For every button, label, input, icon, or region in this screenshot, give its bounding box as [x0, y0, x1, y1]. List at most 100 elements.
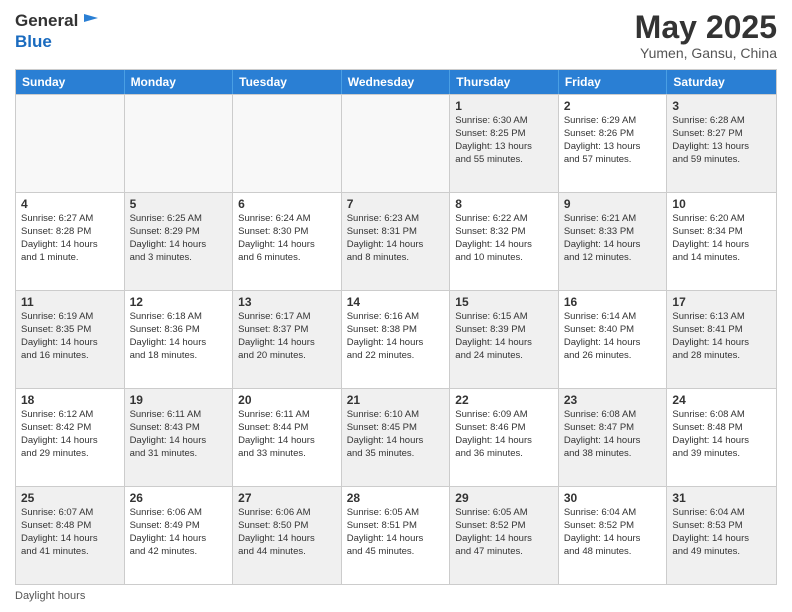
table-row: 12Sunrise: 6:18 AM Sunset: 8:36 PM Dayli… [125, 291, 234, 388]
table-row: 5 Sunrise: 6:25 AM Sunset: 8:29 PM Daylig… [125, 193, 234, 290]
cell-text: Sunrise: 6:15 AM Sunset: 8:39 PM Dayligh… [455, 311, 553, 362]
day-number: 30 [564, 491, 662, 505]
table-row: 21Sunrise: 6:10 AM Sunset: 8:45 PM Dayli… [342, 389, 451, 486]
table-row: 3 Sunrise: 6:28 AM Sunset: 8:27 PM Daylig… [667, 95, 776, 192]
table-row: 23 Sunrise: 6:08 AM Sunset: 8:47 PM Dayli… [559, 389, 668, 486]
day-number: 11 [21, 295, 119, 309]
calendar-header-cell: Monday [125, 70, 234, 94]
table-row: 29Sunrise: 6:05 AM Sunset: 8:52 PM Dayli… [450, 487, 559, 584]
table-row: 7 Sunrise: 6:23 AM Sunset: 8:31 PM Daylig… [342, 193, 451, 290]
cell-text: Sunrise: 6:27 AM Sunset: 8:28 PM Dayligh… [21, 213, 119, 264]
cell-text: Sunrise: 6:30 AM Sunset: 8:25 PM Dayligh… [455, 115, 553, 166]
cell-text: Sunrise: 6:21 AM Sunset: 8:33 PM Dayligh… [564, 213, 662, 264]
table-row: 13 Sunrise: 6:17 AM Sunset: 8:37 PM Dayli… [233, 291, 342, 388]
cell-text: Sunrise: 6:28 AM Sunset: 8:27 PM Dayligh… [672, 115, 771, 166]
cell-text: Sunrise: 6:05 AM Sunset: 8:51 PM Dayligh… [347, 507, 445, 558]
calendar-body: 1 Sunrise: 6:30 AM Sunset: 8:25 PM Daylig… [16, 94, 776, 584]
day-number: 10 [672, 197, 771, 211]
cell-text: Sunrise: 6:06 AM Sunset: 8:49 PM Dayligh… [130, 507, 228, 558]
day-number: 24 [672, 393, 771, 407]
day-number: 19 [130, 393, 228, 407]
calendar-row: 4Sunrise: 6:27 AM Sunset: 8:28 PM Daylig… [16, 192, 776, 290]
footer-text: Daylight hours [15, 590, 85, 602]
table-row: 6Sunrise: 6:24 AM Sunset: 8:30 PM Daylig… [233, 193, 342, 290]
table-row: 25 Sunrise: 6:07 AM Sunset: 8:48 PM Dayli… [16, 487, 125, 584]
day-number: 14 [347, 295, 445, 309]
table-row: 8Sunrise: 6:22 AM Sunset: 8:32 PM Daylig… [450, 193, 559, 290]
cell-text: Sunrise: 6:11 AM Sunset: 8:44 PM Dayligh… [238, 409, 336, 460]
table-row: 11 Sunrise: 6:19 AM Sunset: 8:35 PM Dayli… [16, 291, 125, 388]
day-number: 9 [564, 197, 662, 211]
cell-text: Sunrise: 6:04 AM Sunset: 8:52 PM Dayligh… [564, 507, 662, 558]
calendar-row: 11 Sunrise: 6:19 AM Sunset: 8:35 PM Dayli… [16, 290, 776, 388]
table-row: 1 Sunrise: 6:30 AM Sunset: 8:25 PM Daylig… [450, 95, 559, 192]
logo-flag-icon [80, 10, 102, 32]
logo: General Blue [15, 10, 102, 52]
table-row: 9 Sunrise: 6:21 AM Sunset: 8:33 PM Daylig… [559, 193, 668, 290]
day-number: 5 [130, 197, 228, 211]
cell-text: Sunrise: 6:25 AM Sunset: 8:29 PM Dayligh… [130, 213, 228, 264]
calendar-header-cell: Thursday [450, 70, 559, 94]
logo-blue-text: Blue [15, 32, 52, 51]
cell-text: Sunrise: 6:08 AM Sunset: 8:47 PM Dayligh… [564, 409, 662, 460]
table-row: 20 Sunrise: 6:11 AM Sunset: 8:44 PM Dayli… [233, 389, 342, 486]
cell-text: Sunrise: 6:16 AM Sunset: 8:38 PM Dayligh… [347, 311, 445, 362]
day-number: 6 [238, 197, 336, 211]
cell-text: Sunrise: 6:11 AM Sunset: 8:43 PM Dayligh… [130, 409, 228, 460]
table-row: 15 Sunrise: 6:15 AM Sunset: 8:39 PM Dayli… [450, 291, 559, 388]
day-number: 13 [238, 295, 336, 309]
calendar-title: May 2025 [635, 10, 777, 45]
cell-text: Sunrise: 6:07 AM Sunset: 8:48 PM Dayligh… [21, 507, 119, 558]
day-number: 23 [564, 393, 662, 407]
cell-text: Sunrise: 6:13 AM Sunset: 8:41 PM Dayligh… [672, 311, 771, 362]
day-number: 1 [455, 99, 553, 113]
table-row: 31 Sunrise: 6:04 AM Sunset: 8:53 PM Dayli… [667, 487, 776, 584]
logo-general-text: General [15, 11, 78, 31]
day-number: 26 [130, 491, 228, 505]
day-number: 25 [21, 491, 119, 505]
cell-text: Sunrise: 6:06 AM Sunset: 8:50 PM Dayligh… [238, 507, 336, 558]
cell-text: Sunrise: 6:19 AM Sunset: 8:35 PM Dayligh… [21, 311, 119, 362]
title-block: May 2025 Yumen, Gansu, China [635, 10, 777, 61]
calendar: SundayMondayTuesdayWednesdayThursdayFrid… [15, 69, 777, 585]
cell-text: Sunrise: 6:12 AM Sunset: 8:42 PM Dayligh… [21, 409, 119, 460]
table-row: 27Sunrise: 6:06 AM Sunset: 8:50 PM Dayli… [233, 487, 342, 584]
table-row: 28Sunrise: 6:05 AM Sunset: 8:51 PM Dayli… [342, 487, 451, 584]
table-row: 18Sunrise: 6:12 AM Sunset: 8:42 PM Dayli… [16, 389, 125, 486]
table-row: 26 Sunrise: 6:06 AM Sunset: 8:49 PM Dayli… [125, 487, 234, 584]
day-number: 15 [455, 295, 553, 309]
table-row: 4Sunrise: 6:27 AM Sunset: 8:28 PM Daylig… [16, 193, 125, 290]
table-row: 24 Sunrise: 6:08 AM Sunset: 8:48 PM Dayli… [667, 389, 776, 486]
calendar-row: 18Sunrise: 6:12 AM Sunset: 8:42 PM Dayli… [16, 388, 776, 486]
day-number: 21 [347, 393, 445, 407]
table-row: 16Sunrise: 6:14 AM Sunset: 8:40 PM Dayli… [559, 291, 668, 388]
day-number: 3 [672, 99, 771, 113]
day-number: 8 [455, 197, 553, 211]
table-row [16, 95, 125, 192]
cell-text: Sunrise: 6:08 AM Sunset: 8:48 PM Dayligh… [672, 409, 771, 460]
table-row [342, 95, 451, 192]
calendar-header-cell: Wednesday [342, 70, 451, 94]
cell-text: Sunrise: 6:23 AM Sunset: 8:31 PM Dayligh… [347, 213, 445, 264]
cell-text: Sunrise: 6:17 AM Sunset: 8:37 PM Dayligh… [238, 311, 336, 362]
table-row: 17 Sunrise: 6:13 AM Sunset: 8:41 PM Dayli… [667, 291, 776, 388]
table-row: 10Sunrise: 6:20 AM Sunset: 8:34 PM Dayli… [667, 193, 776, 290]
day-number: 31 [672, 491, 771, 505]
page: General Blue May 2025 Yumen, Gansu, Chin… [0, 0, 792, 612]
day-number: 16 [564, 295, 662, 309]
day-number: 17 [672, 295, 771, 309]
day-number: 12 [130, 295, 228, 309]
day-number: 20 [238, 393, 336, 407]
cell-text: Sunrise: 6:09 AM Sunset: 8:46 PM Dayligh… [455, 409, 553, 460]
cell-text: Sunrise: 6:04 AM Sunset: 8:53 PM Dayligh… [672, 507, 771, 558]
calendar-row: 1 Sunrise: 6:30 AM Sunset: 8:25 PM Daylig… [16, 94, 776, 192]
day-number: 2 [564, 99, 662, 113]
cell-text: Sunrise: 6:29 AM Sunset: 8:26 PM Dayligh… [564, 115, 662, 166]
calendar-header-row: SundayMondayTuesdayWednesdayThursdayFrid… [16, 70, 776, 94]
day-number: 7 [347, 197, 445, 211]
table-row: 22Sunrise: 6:09 AM Sunset: 8:46 PM Dayli… [450, 389, 559, 486]
table-row [125, 95, 234, 192]
header: General Blue May 2025 Yumen, Gansu, Chin… [15, 10, 777, 61]
table-row: 2 Sunrise: 6:29 AM Sunset: 8:26 PM Daylig… [559, 95, 668, 192]
calendar-header-cell: Sunday [16, 70, 125, 94]
